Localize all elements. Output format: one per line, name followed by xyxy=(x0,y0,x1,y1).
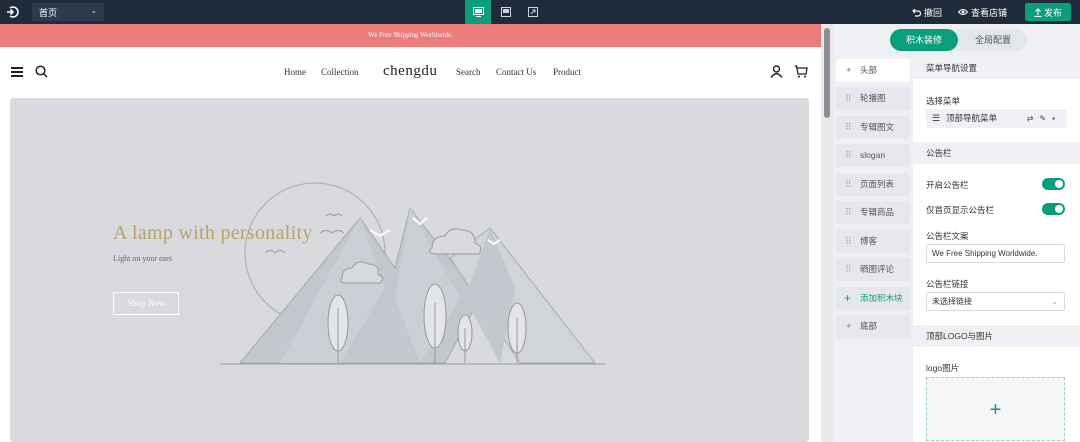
nav-link-home[interactable]: Home xyxy=(284,67,306,77)
page-select-value: 首页 xyxy=(39,8,58,18)
logo-image-label: logo图片 xyxy=(926,363,960,373)
announcement-bar[interactable]: We Free Shipping Worldwide. xyxy=(0,24,821,47)
enable-announcement-toggle[interactable] xyxy=(1042,178,1065,190)
select-menu-label: 选择菜单 xyxy=(926,96,961,106)
home-only-toggle[interactable] xyxy=(1042,203,1065,215)
upload-icon xyxy=(1034,7,1042,17)
nav-link-product[interactable]: Product xyxy=(553,67,581,77)
hero-title: A lamp with personality xyxy=(113,222,313,244)
block-label: slogan xyxy=(860,150,886,160)
chevron-down-icon: ⌄ xyxy=(1051,297,1058,306)
edit-icon[interactable]: ✎ xyxy=(1039,114,1052,123)
block-label: 头部 xyxy=(860,65,878,75)
block-label: 页面列表 xyxy=(860,179,895,189)
announcement-link-label: 公告栏链接 xyxy=(926,279,969,289)
undo-button[interactable]: 撤回 xyxy=(912,0,942,24)
publish-button[interactable]: 发布 xyxy=(1025,3,1071,21)
block-label: 添加积木块 xyxy=(860,293,903,303)
pin-icon: ✦ xyxy=(845,321,853,331)
section-header-logo: 顶部LOGO与图片 xyxy=(913,325,1080,347)
preview-scrollbar-thumb[interactable] xyxy=(824,28,830,118)
tab-global-config[interactable]: 全局配置 xyxy=(959,29,1027,51)
top-toolbar: 首页 ⌄ 撤回 查看店铺 发布 xyxy=(0,0,1080,24)
editor-tabs: 积木装修 全局配置 xyxy=(890,29,1027,51)
mountain-illustration xyxy=(220,182,605,365)
add-block-button[interactable]: + 添加积木块 xyxy=(836,287,910,310)
desktop-view-button[interactable] xyxy=(465,0,491,24)
shop-now-button[interactable]: Shop Now xyxy=(113,292,179,315)
nav-link-search[interactable]: Search xyxy=(456,67,481,77)
block-item-album-image-text[interactable]: ⠿ 专辑图文 xyxy=(836,116,910,139)
announcement-text-label: 公告栏文案 xyxy=(926,231,969,241)
announcement-link-select[interactable]: 未选择链接 ⌄ xyxy=(926,292,1065,311)
block-item-album-products[interactable]: ⠿ 专辑商品 xyxy=(836,201,910,224)
cart-icon[interactable] xyxy=(794,65,808,78)
fullscreen-button[interactable] xyxy=(520,0,546,24)
desktop-icon xyxy=(472,7,484,17)
block-item-photo-reviews[interactable]: ⠿ 晒图评论 xyxy=(836,258,910,281)
block-label: 晒图评论 xyxy=(860,264,895,274)
block-label: 博客 xyxy=(860,236,878,246)
announcement-text-input[interactable]: We Free Shipping Worldwide. xyxy=(926,244,1065,263)
block-item-header[interactable]: ✦ 头部 xyxy=(836,59,910,82)
selected-menu-value: 顶部导航菜单 xyxy=(946,113,998,123)
block-label: 底部 xyxy=(860,321,878,331)
store-brand[interactable]: chengdu xyxy=(383,63,437,80)
eye-icon xyxy=(958,9,968,15)
nav-link-contact[interactable]: Contact Us xyxy=(496,67,536,77)
enable-announcement-label: 开启公告栏 xyxy=(926,180,969,190)
block-item-slogan[interactable]: ⠿ slogan xyxy=(836,144,910,167)
section-header-menu: 菜单导航设置 xyxy=(913,57,1080,79)
hero-banner[interactable]: A lamp with personality Light on your ea… xyxy=(10,98,809,442)
drag-handle-icon[interactable]: ⠿ xyxy=(845,144,852,167)
menu-actions: ⇄✎▪ xyxy=(1027,109,1061,128)
editor-panel: 积木装修 全局配置 ✦ 头部 ⠿ 轮播图 ⠿ 专辑图文 ⠿ slogan ⠿ 页面列表 ⠿… xyxy=(833,24,1080,442)
publish-label: 发布 xyxy=(1043,7,1062,18)
selected-menu[interactable]: ☰ 顶部导航菜单 ⇄✎▪ xyxy=(926,109,1067,128)
block-item-carousel[interactable]: ⠿ 轮播图 xyxy=(836,87,910,110)
plus-icon: + xyxy=(844,291,852,305)
block-label: 轮播图 xyxy=(860,93,886,103)
chevron-down-icon: ⌄ xyxy=(90,6,97,15)
drag-handle-icon[interactable]: ⠿ xyxy=(845,258,852,281)
view-store-button[interactable]: 查看店铺 xyxy=(958,0,1007,24)
block-label: 专辑图文 xyxy=(860,122,895,132)
list-icon: ☰ xyxy=(932,113,941,123)
fullscreen-icon xyxy=(528,7,538,17)
exit-icon[interactable] xyxy=(6,5,20,19)
drag-handle-icon[interactable]: ⠿ xyxy=(845,201,852,224)
view-store-label: 查看店铺 xyxy=(971,7,1008,18)
logo-upload-area[interactable]: + xyxy=(926,377,1065,441)
tablet-icon xyxy=(501,7,511,17)
tablet-view-button[interactable] xyxy=(493,0,519,24)
search-icon[interactable] xyxy=(35,65,48,78)
drag-handle-icon[interactable]: ⠿ xyxy=(845,116,852,139)
page-select[interactable]: 首页 ⌄ xyxy=(32,3,104,21)
drag-handle-icon[interactable]: ⠿ xyxy=(845,173,852,196)
drag-handle-icon[interactable]: ⠿ xyxy=(845,87,852,110)
nav-link-collection[interactable]: Collection xyxy=(321,67,359,77)
announcement-link-value: 未选择链接 xyxy=(932,297,972,306)
delete-icon[interactable]: ▪ xyxy=(1052,114,1061,123)
hero-subtitle: Light on your ears xyxy=(113,254,172,263)
store-preview[interactable]: We Free Shipping Worldwide. Home Collect… xyxy=(0,24,821,442)
user-icon[interactable] xyxy=(770,65,783,78)
block-item-page-list[interactable]: ⠿ 页面列表 xyxy=(836,173,910,196)
tab-blocks[interactable]: 积木装修 xyxy=(890,29,958,51)
block-label: 专辑商品 xyxy=(860,207,895,217)
menu-icon[interactable] xyxy=(11,67,23,77)
drag-handle-icon[interactable]: ⠿ xyxy=(845,230,852,253)
block-item-blog[interactable]: ⠿ 博客 xyxy=(836,230,910,253)
home-only-label: 仅首页显示公告栏 xyxy=(926,205,995,215)
swap-icon[interactable]: ⇄ xyxy=(1027,114,1040,123)
undo-label: 撤回 xyxy=(924,7,943,18)
undo-icon xyxy=(912,8,921,17)
block-item-footer[interactable]: ✦ 底部 xyxy=(836,315,910,338)
pin-icon: ✦ xyxy=(845,65,853,75)
section-header-announcement: 公告栏 xyxy=(913,142,1080,164)
block-settings: 菜单导航设置 选择菜单 ☰ 顶部导航菜单 ⇄✎▪ 公告栏 开启公告栏 仅首页显示… xyxy=(913,57,1080,442)
